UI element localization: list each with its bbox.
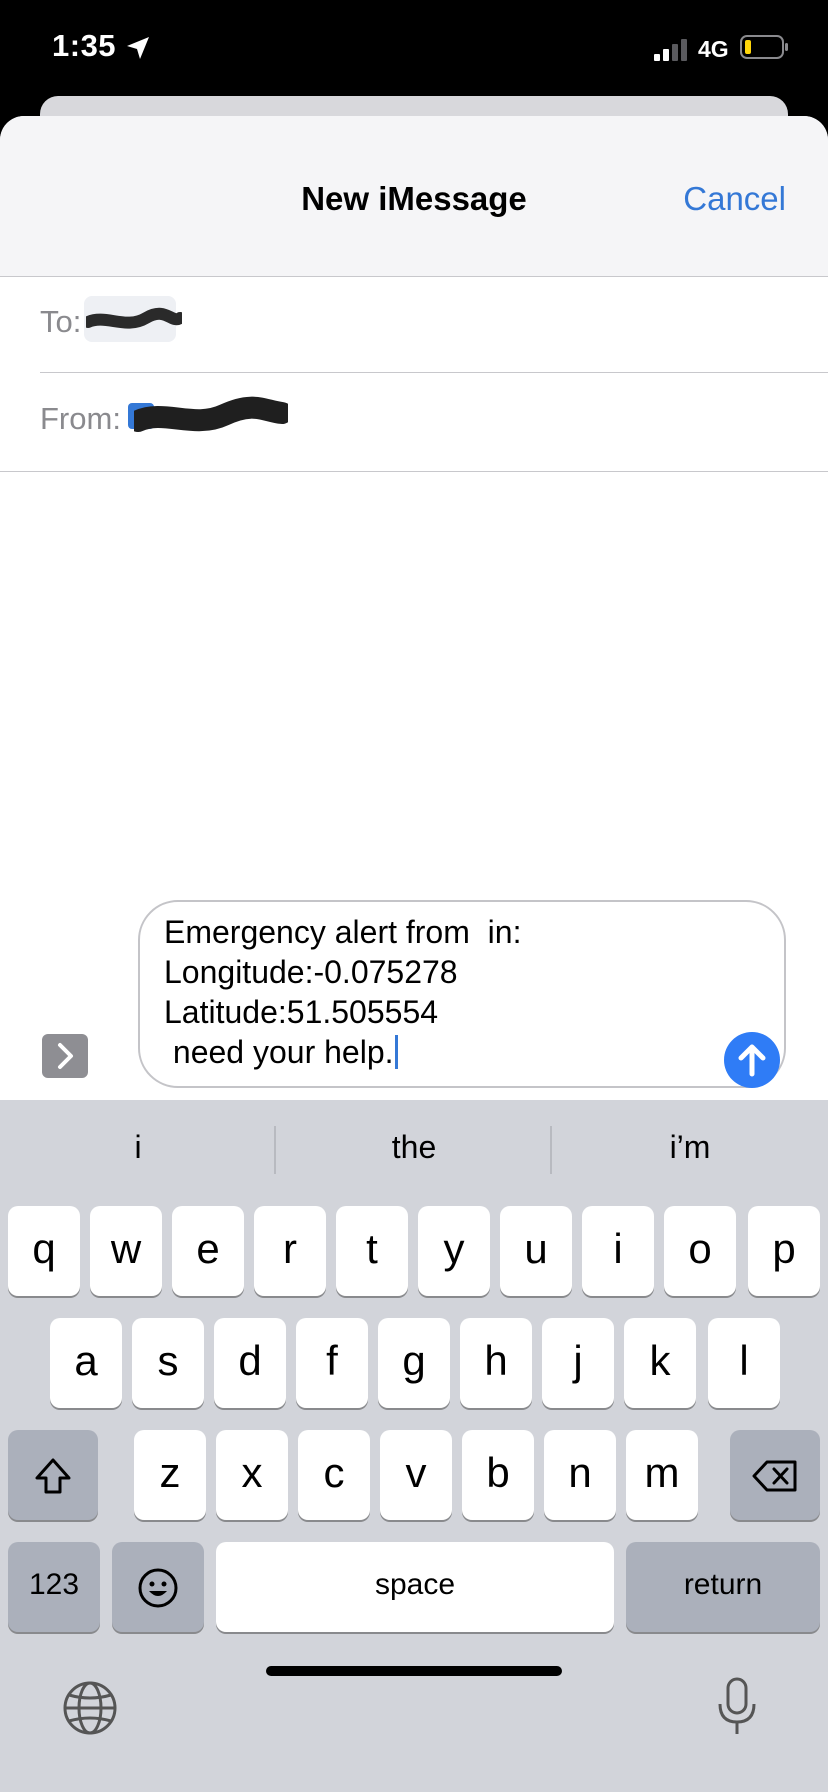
message-text: Emergency alert from in: Longitude:-0.075… bbox=[164, 912, 521, 1072]
key-c[interactable]: c bbox=[298, 1430, 370, 1520]
to-label: To: bbox=[40, 304, 82, 339]
app-drawer-button[interactable] bbox=[42, 1034, 88, 1078]
key-b[interactable]: b bbox=[462, 1430, 534, 1520]
status-bar: 1:35 4G bbox=[0, 0, 828, 100]
key-f[interactable]: f bbox=[296, 1318, 368, 1408]
key-n[interactable]: n bbox=[544, 1430, 616, 1520]
shift-icon bbox=[35, 1458, 71, 1494]
message-line: Emergency alert from in: bbox=[164, 914, 522, 950]
suggestion[interactable]: i’m bbox=[552, 1120, 828, 1174]
from-label: From: bbox=[40, 401, 121, 436]
message-line: Longitude:-0.075278 bbox=[164, 954, 458, 990]
key-d[interactable]: d bbox=[214, 1318, 286, 1408]
key-s[interactable]: s bbox=[132, 1318, 204, 1408]
from-field[interactable]: From: bbox=[0, 373, 828, 471]
suggestion[interactable]: the bbox=[276, 1120, 552, 1174]
key-z[interactable]: z bbox=[134, 1430, 206, 1520]
chevron-right-icon bbox=[58, 1043, 73, 1069]
divider bbox=[0, 471, 828, 472]
key-x[interactable]: x bbox=[216, 1430, 288, 1520]
globe-icon[interactable] bbox=[62, 1680, 118, 1736]
nav-bar: New iMessage Cancel bbox=[0, 116, 828, 277]
key-h[interactable]: h bbox=[460, 1318, 532, 1408]
redaction-scribble bbox=[86, 307, 182, 329]
key-o[interactable]: o bbox=[664, 1206, 736, 1296]
location-arrow-icon bbox=[127, 37, 149, 59]
emoji-icon bbox=[138, 1568, 178, 1608]
key-e[interactable]: e bbox=[172, 1206, 244, 1296]
battery-icon bbox=[740, 35, 788, 59]
network-type: 4G bbox=[698, 36, 729, 62]
status-time: 1:35 bbox=[52, 28, 117, 63]
message-input[interactable]: Emergency alert from in: Longitude:-0.075… bbox=[138, 900, 786, 1088]
home-indicator[interactable] bbox=[266, 1666, 562, 1676]
redaction-scribble bbox=[134, 396, 288, 432]
key-r[interactable]: r bbox=[254, 1206, 326, 1296]
space-key[interactable]: space bbox=[216, 1542, 614, 1632]
key-j[interactable]: j bbox=[542, 1318, 614, 1408]
key-p[interactable]: p bbox=[748, 1206, 820, 1296]
key-v[interactable]: v bbox=[380, 1430, 452, 1520]
message-line: need your help. bbox=[164, 1034, 394, 1070]
send-arrow-icon bbox=[738, 1044, 766, 1077]
key-a[interactable]: a bbox=[50, 1318, 122, 1408]
key-y[interactable]: y bbox=[418, 1206, 490, 1296]
key-l[interactable]: l bbox=[708, 1318, 780, 1408]
key-m[interactable]: m bbox=[626, 1430, 698, 1520]
backspace-key[interactable] bbox=[730, 1430, 820, 1520]
microphone-icon[interactable] bbox=[712, 1676, 762, 1738]
key-u[interactable]: u bbox=[500, 1206, 572, 1296]
signal-icon bbox=[654, 39, 687, 61]
cancel-button[interactable]: Cancel bbox=[683, 180, 786, 218]
emoji-key[interactable] bbox=[112, 1542, 204, 1632]
suggestion[interactable]: i bbox=[0, 1120, 276, 1174]
key-w[interactable]: w bbox=[90, 1206, 162, 1296]
to-field[interactable]: To: bbox=[0, 276, 828, 372]
numbers-key[interactable]: 123 bbox=[8, 1542, 100, 1632]
key-t[interactable]: t bbox=[336, 1206, 408, 1296]
key-g[interactable]: g bbox=[378, 1318, 450, 1408]
return-key[interactable]: return bbox=[626, 1542, 820, 1632]
keyboard: i the i’m q w e r t y u i o p a s d f g … bbox=[0, 1100, 828, 1792]
key-i[interactable]: i bbox=[582, 1206, 654, 1296]
message-line: Latitude:51.505554 bbox=[164, 994, 439, 1030]
key-k[interactable]: k bbox=[624, 1318, 696, 1408]
key-q[interactable]: q bbox=[8, 1206, 80, 1296]
backspace-icon bbox=[752, 1460, 797, 1492]
send-button[interactable] bbox=[724, 1032, 780, 1088]
shift-key[interactable] bbox=[8, 1430, 98, 1520]
text-cursor bbox=[394, 1035, 398, 1069]
